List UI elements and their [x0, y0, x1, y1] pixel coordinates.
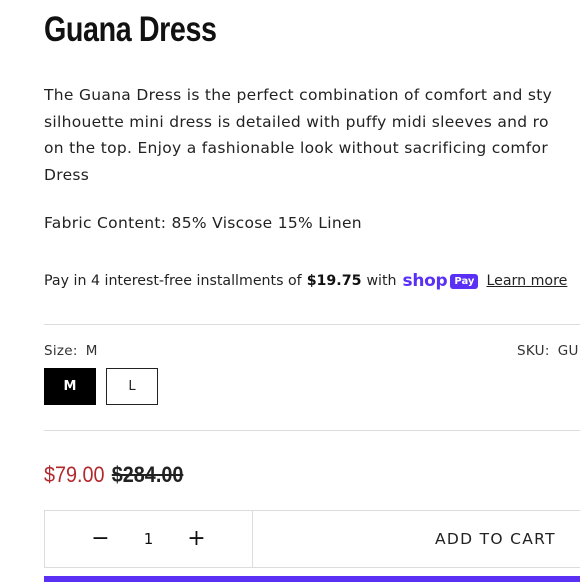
size-selected-value: M: [85, 343, 98, 359]
sku-label-text: SKU:: [517, 343, 550, 359]
compare-price: $284.00: [111, 462, 184, 487]
sku-label: SKU: GU: [517, 343, 579, 359]
installments-with: with: [366, 273, 397, 289]
decrease-quantity-button[interactable]: −: [91, 528, 109, 550]
description-line: Dress: [44, 165, 90, 184]
sku-value: GU: [557, 343, 579, 359]
size-label: Size: M: [44, 343, 98, 359]
product-title: Guana Dress: [44, 10, 217, 49]
description-line: on the top. Enjoy a fashionable look wit…: [44, 139, 549, 157]
size-label-text: Size:: [44, 343, 78, 359]
sale-price: $79.00: [44, 462, 105, 487]
shop-pay-badge: Pay: [450, 273, 479, 289]
quantity-value[interactable]: 1: [144, 530, 154, 548]
shop-pay-logo: shop Pay: [403, 271, 479, 291]
divider: [44, 324, 580, 325]
fabric-content: Fabric Content: 85% Viscose 15% Linen: [44, 214, 362, 232]
price: $79.00 $284.00: [44, 462, 183, 488]
quantity-stepper: − 1 +: [45, 511, 253, 567]
installment-amount: $19.75: [306, 273, 362, 289]
installments-prefix: Pay in 4 interest-free installments of: [44, 273, 302, 289]
increase-quantity-button[interactable]: +: [187, 528, 205, 550]
learn-more-link[interactable]: Learn more: [486, 273, 567, 289]
product-description: The Guana Dress is the perfect combinati…: [44, 82, 580, 188]
divider: [44, 430, 580, 431]
size-option-l[interactable]: L: [106, 368, 158, 405]
add-to-cart-button[interactable]: ADD TO CART: [435, 530, 556, 548]
shop-pay-button-edge[interactable]: [44, 576, 580, 582]
shop-pay-logo-text: shop: [402, 271, 448, 291]
description-line: silhouette mini dress is detailed with p…: [44, 112, 549, 131]
size-option-m[interactable]: M: [44, 368, 96, 405]
installments-message: Pay in 4 interest-free installments of $…: [44, 271, 567, 291]
description-line: The Guana Dress is the perfect combinati…: [44, 86, 553, 104]
purchase-bar: − 1 + ADD TO CART: [44, 510, 580, 568]
